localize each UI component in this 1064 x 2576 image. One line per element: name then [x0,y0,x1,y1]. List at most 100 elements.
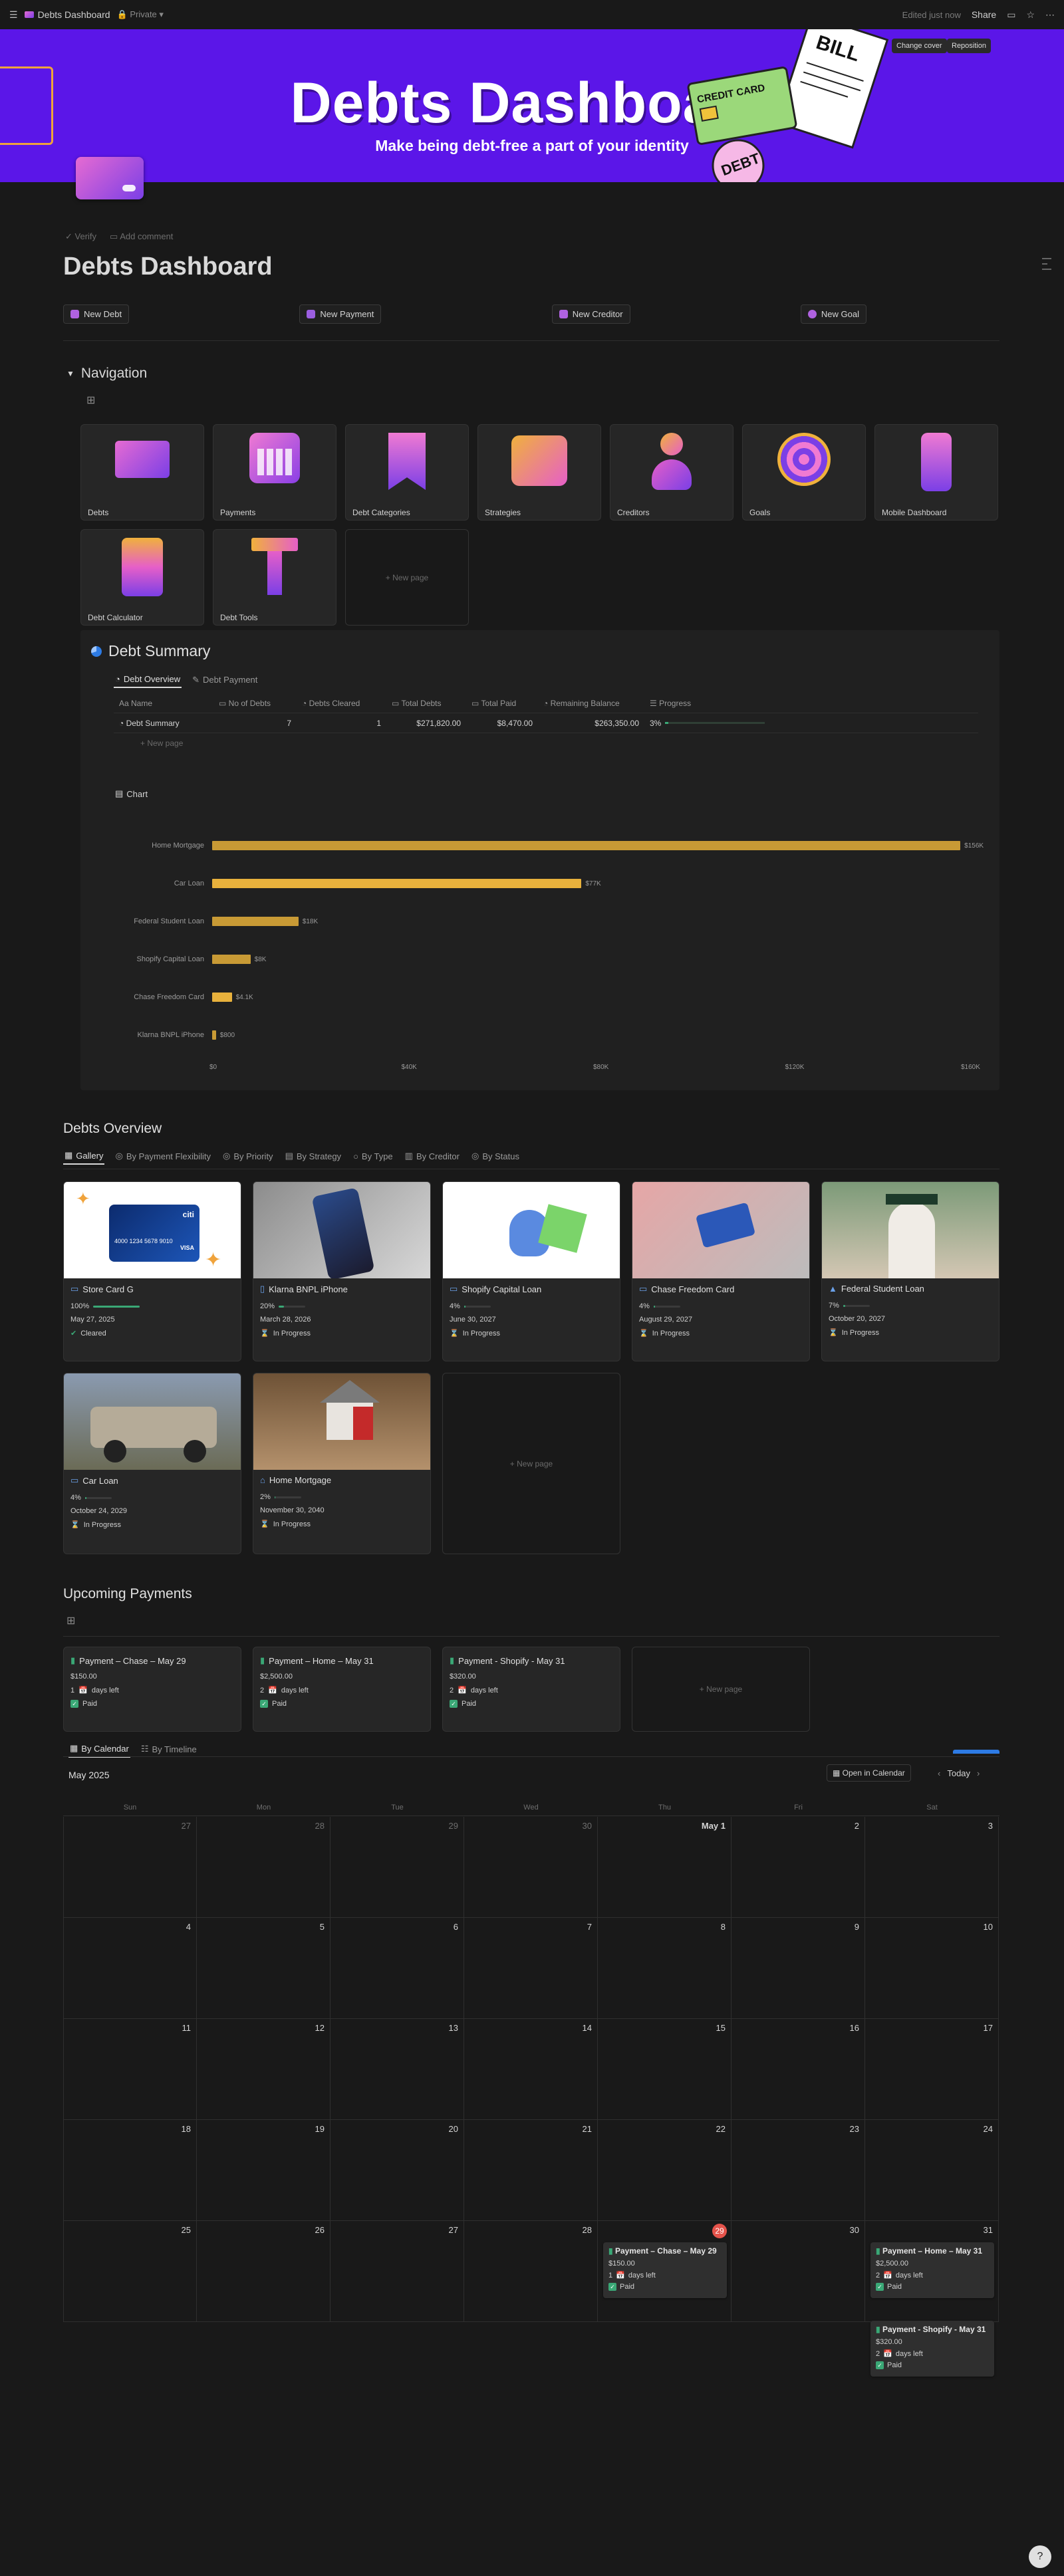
calendar-day-cell[interactable]: May 1 [598,1817,732,1918]
column-header[interactable]: Aa Name [114,699,213,708]
new-goal-button[interactable]: New Goal [800,304,866,324]
paid-checkbox[interactable]: ✓ Paid [608,2283,722,2291]
calendar-day-cell[interactable]: 23 [732,2120,865,2221]
calendar-day-cell[interactable]: 11 [63,2019,197,2120]
calendar-day-cell[interactable]: 4 [63,1918,197,2019]
gallery-card[interactable]: ▭ Car Loan 4% October 24, 2029 ⌛ In Progress [63,1373,241,1554]
calendar-event[interactable]: ▮ Payment – Home – May 31 $2,500.00 2 📅 days… [870,2242,994,2298]
paid-checkbox[interactable]: ✓ Paid [260,1700,424,1708]
nav-card-debt-tools[interactable]: Debt Tools [213,529,336,626]
calendar-day-cell[interactable]: 16 [732,2019,865,2120]
paid-checkbox[interactable]: ✓ Paid [876,2283,989,2291]
tab-by-priority[interactable]: ◎ By Priority [221,1147,275,1165]
calendar-day-cell[interactable]: 21 [464,2120,598,2221]
chart-bar[interactable] [212,955,251,964]
calendar-day-cell[interactable]: 27 [63,1817,197,1918]
table-row[interactable]: ◔ Debt Summary 7 1 $271,820.00 $8,470.00… [114,713,978,733]
gallery-card[interactable]: ⌂ Home Mortgage 2% November 30, 2040 ⌛ In Pro… [253,1373,431,1554]
chart-tab[interactable]: ▤ Chart [114,786,149,802]
change-cover-button[interactable]: Change cover [892,39,947,53]
nav-card-debts[interactable]: Debts [80,424,204,521]
calendar-day-cell[interactable]: 3 [865,1817,999,1918]
paid-checkbox[interactable]: ✓ Paid [70,1700,234,1708]
gallery-view-icon[interactable]: ⊞ [66,1614,75,1627]
new-page-button[interactable]: + New page [632,1647,810,1732]
payment-card[interactable]: ▮ Payment – Chase – May 29 $150.00 1 📅 days l… [63,1647,241,1732]
calendar-day-cell[interactable]: 29 [331,1817,464,1918]
tab-by-timeline[interactable]: ☷ By Timeline [140,1740,198,1758]
calendar-day-cell[interactable]: 19 [197,2120,331,2221]
nav-card-debt-categories[interactable]: Debt Categories [345,424,469,521]
nav-card-mobile-dashboard[interactable]: Mobile Dashboard [874,424,998,521]
calendar-day-cell[interactable]: 27 [331,2221,464,2322]
new-creditor-button[interactable]: New Creditor [551,304,630,324]
calendar-day-cell[interactable]: 9 [732,1918,865,2019]
star-icon[interactable]: ☆ [1026,9,1035,21]
verify-button[interactable]: ✓ Verify [65,231,96,242]
breadcrumb[interactable]: Debts Dashboard [24,9,110,20]
tab-debt-payment[interactable]: ✎ Debt Payment [191,671,259,688]
gallery-card[interactable]: ▭ Shopify Capital Loan 4% June 30, 2027 ⌛ In … [442,1181,620,1361]
payment-card[interactable]: ▮ Payment – Home – May 31 $2,500.00 2 📅 days … [253,1647,431,1732]
share-button[interactable]: Share [972,9,996,20]
more-icon[interactable]: ⋯ [1045,9,1055,21]
nav-card-debt-calculator[interactable]: Debt Calculator [80,529,204,626]
navigation-toggle[interactable]: ▼ Navigation [66,366,147,382]
calendar-day-cell[interactable]: 26 [197,2221,331,2322]
menu-icon[interactable]: ☰ [9,9,18,21]
column-header[interactable]: ☰ Progress [644,699,771,708]
gallery-card[interactable]: citi 4000 1234 5678 9010 VISA ✦ ✦ ▭ Store… [63,1181,241,1361]
tab-by-type[interactable]: ○ By Type [352,1147,394,1165]
nav-card-strategies[interactable]: Strategies [477,424,601,521]
reposition-button[interactable]: Reposition [947,39,991,53]
calendar-day-cell[interactable]: 12 [197,2019,331,2120]
column-header[interactable]: ◔ Debts Cleared [297,699,386,708]
payment-card[interactable]: ▮ Payment - Shopify - May 31 $320.00 2 📅 days… [442,1647,620,1732]
paid-checkbox[interactable]: ✓ Paid [876,2361,989,2369]
calendar-event[interactable]: ▮ Payment – Chase – May 29 $150.00 1 📅 days … [603,2242,727,2298]
calendar-day-cell[interactable]: 22 [598,2120,732,2221]
calendar-day-cell[interactable]: 28 [464,2221,598,2322]
column-header[interactable]: ▭ Total Debts [386,699,466,708]
help-button[interactable]: ? [1029,2545,1051,2568]
tab-by-status[interactable]: ◎ By Status [470,1147,521,1165]
calendar-day-cell[interactable]: 5 [197,1918,331,2019]
nav-card-payments[interactable]: Payments [213,424,336,521]
calendar-day-cell[interactable]: 17 [865,2019,999,2120]
nav-card-goals[interactable]: Goals [742,424,866,521]
calendar-day-cell[interactable]: 30 [464,1817,598,1918]
privacy-badge[interactable]: 🔒 Private ▾ [117,9,164,20]
tab-by-creditor[interactable]: ▥ By Creditor [404,1147,461,1165]
chart-bar[interactable] [212,841,961,850]
today-button[interactable]: Today [947,1768,970,1778]
calendar-day-cell[interactable]: 25 [63,2221,197,2322]
page-icon-card[interactable] [76,157,144,199]
chart-bar[interactable] [212,917,299,926]
calendar-day-cell[interactable]: 24 [865,2120,999,2221]
chevron-left-icon[interactable]: ‹ [938,1768,940,1778]
column-header[interactable]: ▭ Total Paid [466,699,538,708]
calendar-day-cell[interactable]: 20 [331,2120,464,2221]
calendar-day-cell[interactable]: 13 [331,2019,464,2120]
calendar-event[interactable]: ▮ Payment - Shopify - May 31 $320.00 2 📅 day… [870,2321,994,2377]
new-page-button[interactable]: + New page [442,1373,620,1554]
add-comment-button[interactable]: ▭ Add comment [110,231,173,242]
table-of-contents-icon[interactable] [1042,258,1051,270]
tab-by-strategy[interactable]: ▤ By Strategy [284,1147,343,1165]
calendar-day-cell[interactable]: 30 [732,2221,865,2322]
chart-bar[interactable] [212,879,582,888]
row-name[interactable]: ◔ Debt Summary [114,719,213,728]
chevron-right-icon[interactable]: › [977,1768,980,1778]
chart-bar[interactable] [212,993,232,1002]
calendar-day-cell[interactable]: 10 [865,1918,999,2019]
tab-debt-overview[interactable]: ◔ Debt Overview [114,671,182,688]
chart-bar[interactable] [212,1030,216,1040]
calendar-day-cell[interactable]: 18 [63,2120,197,2221]
comment-icon[interactable]: ▭ [1007,9,1015,21]
column-header[interactable]: ▭ No of Debts [213,699,297,708]
new-page-button[interactable]: + New page [345,529,469,626]
calendar-day-cell[interactable]: 6 [331,1918,464,2019]
tab-by-calendar[interactable]: ▦ By Calendar [68,1740,130,1758]
calendar-day-cell[interactable]: 7 [464,1918,598,2019]
calendar-day-cell[interactable]: 28 [197,1817,331,1918]
